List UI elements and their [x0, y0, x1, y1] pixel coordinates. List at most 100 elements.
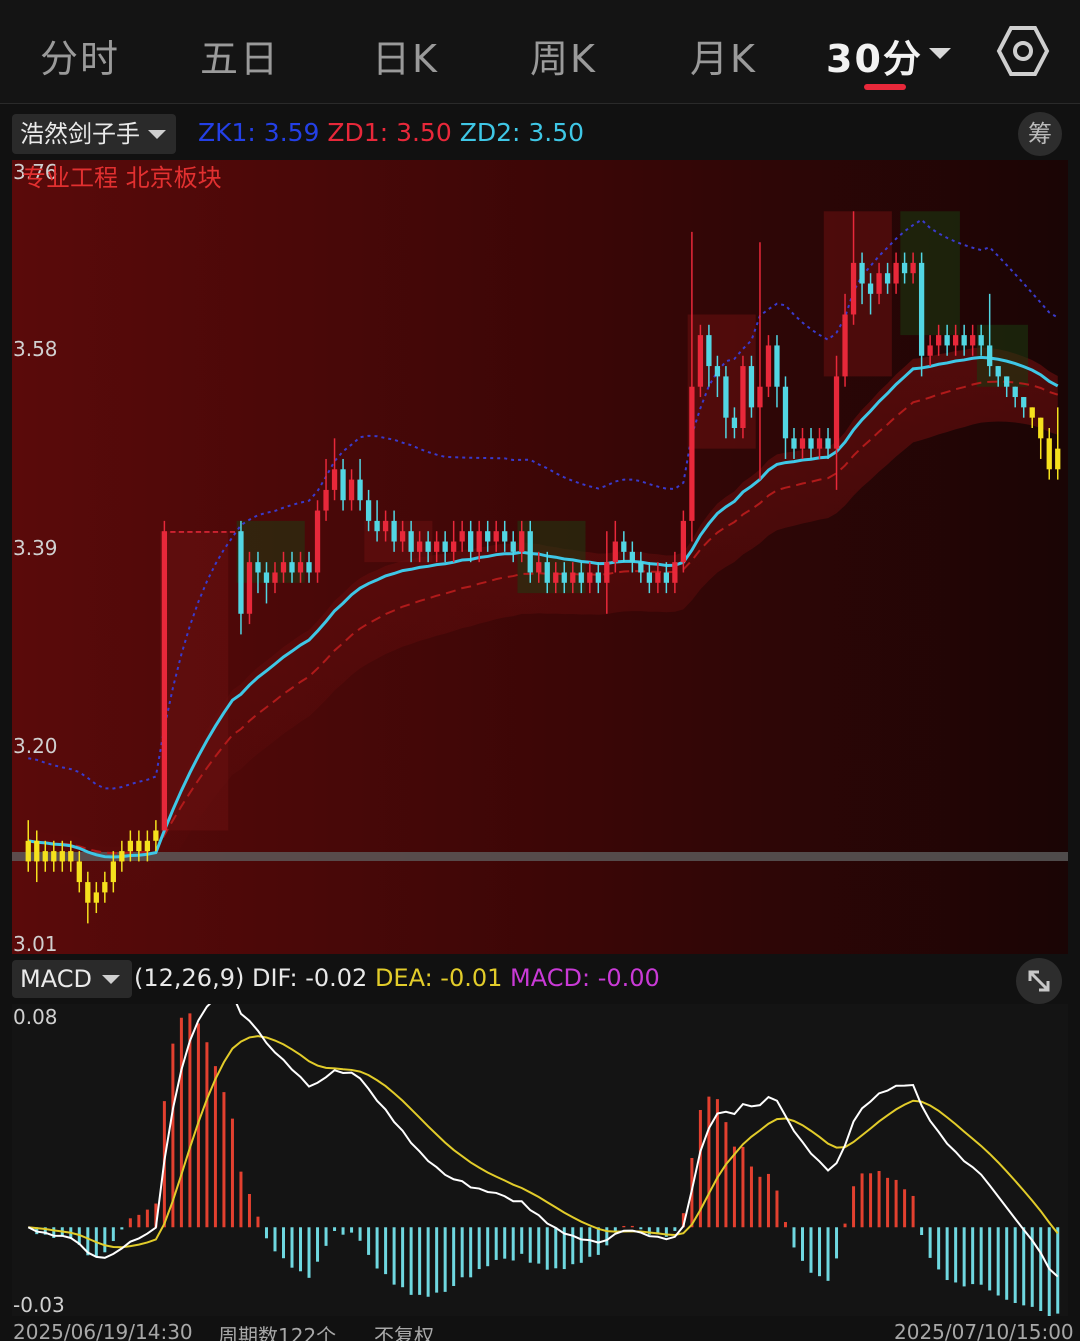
- candle-body-50: [451, 541, 457, 552]
- candle-body-85: [748, 366, 755, 408]
- candle-body-108: [944, 335, 950, 346]
- candle-body-56: [502, 531, 508, 542]
- candle-body-93: [816, 438, 823, 449]
- candle-body-37: [340, 469, 346, 501]
- candle-body-114: [995, 366, 1001, 377]
- tab-yuek[interactable]: 月K: [690, 28, 757, 83]
- candle-body-100: [876, 273, 882, 294]
- candle-body-69: [612, 541, 618, 563]
- candle-body-115: [1004, 376, 1010, 387]
- indicator-name: 浩然剑子手: [20, 120, 140, 148]
- candle-body-17: [170, 531, 176, 533]
- candle-body-73: [646, 572, 652, 583]
- macd-params: (12,26,9): [134, 964, 245, 992]
- candle-body-15: [153, 830, 159, 841]
- start-time: 2025/06/19/14:30: [13, 1320, 193, 1341]
- candle-body-26: [246, 562, 253, 614]
- candle-body-24: [229, 531, 236, 533]
- tab-fenshi[interactable]: 分时: [40, 28, 120, 83]
- candle-body-61: [544, 562, 550, 583]
- signal-box-7: [976, 324, 1028, 387]
- adjust-mode[interactable]: 不复权: [374, 1320, 434, 1341]
- candle-body-34: [314, 510, 321, 573]
- indicator-selector[interactable]: 浩然剑子手: [12, 114, 176, 154]
- settings-icon[interactable]: [996, 24, 1050, 78]
- tab-30min-label: 30分: [826, 37, 923, 81]
- candle-body-118: [1029, 407, 1035, 418]
- dif-value: DIF: -0.02: [251, 964, 368, 992]
- candle-body-76: [672, 562, 678, 583]
- macd-header: MACD (12,26,9) DIF: -0.02 DEA: -0.01 MAC…: [0, 958, 1080, 1002]
- candle-body-95: [833, 376, 840, 449]
- candle-body-28: [263, 572, 270, 583]
- tab-rik[interactable]: 日K: [372, 28, 439, 83]
- candle-body-11: [119, 851, 125, 862]
- candle-body-0: [25, 840, 31, 862]
- candle-body-21: [204, 531, 210, 533]
- candle-body-104: [910, 262, 916, 274]
- candle-body-58: [519, 531, 525, 552]
- macd-chart[interactable]: [12, 1004, 1068, 1316]
- candle-body-89: [782, 386, 789, 439]
- candle-body-16: [161, 531, 168, 831]
- candle-body-29: [272, 572, 278, 583]
- candle-body-25: [238, 531, 244, 614]
- candle-body-54: [485, 531, 491, 542]
- candle-body-81: [714, 366, 721, 377]
- candle-body-52: [468, 531, 474, 552]
- candle-body-45: [408, 531, 414, 552]
- candle-body-35: [323, 489, 329, 511]
- candle-body-70: [621, 541, 627, 552]
- candle-body-55: [493, 531, 499, 542]
- macd-selector[interactable]: MACD: [12, 960, 132, 998]
- candle-body-117: [1021, 397, 1027, 408]
- candle-body-78: [689, 386, 695, 521]
- candle-body-92: [808, 438, 814, 449]
- macd-values: (12,26,9) DIF: -0.02 DEA: -0.01 MACD: -0…: [134, 964, 660, 992]
- candle-body-84: [740, 366, 746, 428]
- candle-body-20: [195, 531, 202, 533]
- candle-body-110: [961, 335, 967, 346]
- candle-body-53: [476, 531, 482, 552]
- candlestick-chart[interactable]: [12, 160, 1068, 954]
- end-time: 2025/07/10/15:00: [894, 1320, 1074, 1341]
- price-label-4: 3.01: [13, 932, 58, 956]
- expand-icon[interactable]: [1016, 958, 1062, 1004]
- candle-body-23: [221, 531, 227, 533]
- candle-body-33: [306, 562, 312, 573]
- candle-body-96: [842, 314, 848, 377]
- indicator-row: 浩然剑子手 ZK1: 3.59 ZD1: 3.50 ZD2: 3.50: [0, 108, 1080, 158]
- candle-body-3: [51, 851, 57, 862]
- sector-tags: 专业工程 北京板块: [22, 164, 222, 192]
- chip-distribution-button[interactable]: 筹: [1018, 112, 1062, 156]
- candle-body-113: [987, 345, 993, 367]
- candle-body-2: [42, 851, 48, 862]
- tab-zhouk[interactable]: 周K: [530, 28, 597, 83]
- candle-body-75: [663, 572, 670, 583]
- candle-body-120: [1046, 438, 1052, 470]
- candle-body-90: [791, 438, 797, 449]
- candle-body-99: [867, 283, 874, 294]
- candle-body-97: [850, 262, 857, 315]
- candle-body-9: [102, 882, 108, 893]
- macd-scale-bottom: -0.03: [13, 1293, 65, 1317]
- candle-body-119: [1038, 417, 1044, 439]
- signal-box-0: [160, 531, 229, 831]
- chevron-down-icon: [148, 130, 166, 139]
- candle-body-32: [297, 562, 304, 573]
- candle-body-106: [927, 345, 933, 356]
- candle-body-98: [859, 262, 865, 284]
- candle-body-102: [893, 262, 899, 284]
- price-label-1: 3.58: [13, 337, 58, 361]
- candle-body-44: [399, 531, 406, 542]
- tab-30min[interactable]: 30分: [826, 28, 951, 83]
- candle-body-109: [953, 335, 959, 346]
- candle-body-19: [187, 531, 193, 533]
- candle-body-13: [136, 840, 142, 852]
- candle-body-51: [459, 531, 465, 542]
- candle-body-68: [604, 562, 610, 583]
- candle-body-116: [1012, 386, 1018, 398]
- tab-wuri[interactable]: 五日: [200, 28, 280, 83]
- candle-body-87: [765, 345, 772, 387]
- candle-body-64: [570, 572, 576, 583]
